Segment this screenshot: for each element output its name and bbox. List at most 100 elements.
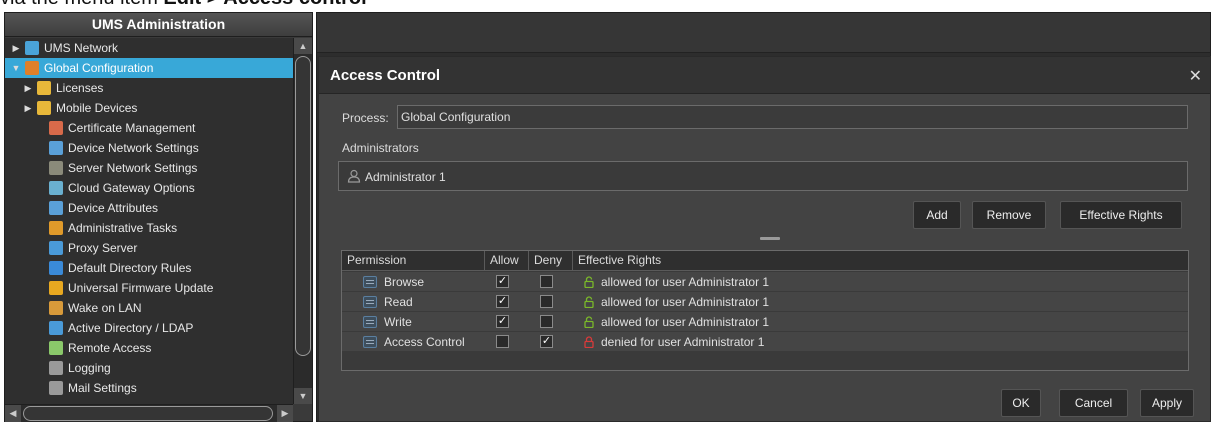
permission-icon — [363, 296, 377, 308]
table-row[interactable]: Read ✓ allowed for user Administrator 1 — [342, 292, 1188, 312]
effective-rights-text: allowed for user Administrator 1 — [601, 315, 770, 329]
table-row[interactable]: Access Control ✓ denied for user Administr… — [342, 332, 1188, 352]
tree-item-label: Wake on LAN — [68, 301, 142, 315]
tree-item[interactable]: Universal Firmware Update — [5, 278, 293, 298]
directory-rules-icon — [49, 261, 63, 275]
deny-checkbox[interactable] — [540, 295, 553, 308]
tree-item[interactable]: Server Network Settings — [5, 158, 293, 178]
deny-checkbox[interactable] — [540, 315, 553, 328]
tree-item[interactable]: Certificate Management — [5, 118, 293, 138]
ldap-icon — [49, 321, 63, 335]
tree-item-label: Active Directory / LDAP — [68, 321, 194, 335]
column-header-allow[interactable]: Allow — [485, 251, 529, 270]
caption-prefix: via the menu item — [0, 0, 163, 9]
tree-item[interactable]: Wake on LAN — [5, 298, 293, 318]
process-field: Global Configuration — [397, 105, 1188, 129]
add-button[interactable]: Add — [913, 201, 961, 229]
certificate-icon — [49, 121, 63, 135]
tree-item-label: Certificate Management — [68, 121, 196, 135]
unlocked-icon — [584, 276, 594, 288]
permission-name: Access Control — [384, 335, 465, 349]
tree-item[interactable]: Remote Access — [5, 338, 293, 358]
collapsed-arrow-icon[interactable]: ▶ — [11, 38, 21, 58]
permission-icon — [363, 276, 377, 288]
horizontal-scroll-thumb[interactable] — [23, 406, 273, 421]
tree-item-label: Proxy Server — [68, 241, 138, 255]
allow-checkbox[interactable]: ✓ — [496, 315, 509, 328]
ok-button[interactable]: OK — [1001, 389, 1041, 417]
column-header-permission[interactable]: Permission — [342, 251, 485, 270]
administrators-label: Administrators — [342, 141, 419, 155]
splitter-handle[interactable] — [760, 237, 780, 240]
remote-access-icon — [49, 341, 63, 355]
table-row[interactable]: Browse ✓ allowed for user Administrator 1 — [342, 272, 1188, 292]
permission-name: Browse — [384, 275, 425, 289]
administrator-list-item[interactable]: Administrator 1 — [347, 169, 446, 184]
tree-item-label: Logging — [68, 361, 111, 375]
tree-item[interactable]: Administrative Tasks — [5, 218, 293, 238]
administrators-list[interactable]: Administrator 1 — [338, 161, 1188, 191]
wake-on-lan-icon — [49, 301, 63, 315]
column-header-effective-rights[interactable]: Effective Rights — [573, 251, 1188, 270]
scroll-down-arrow-icon[interactable]: ▼ — [294, 388, 312, 404]
tree-item-label: Universal Firmware Update — [68, 281, 214, 295]
tree-item[interactable]: ▶ UMS Network — [5, 38, 293, 58]
allow-checkbox[interactable]: ✓ — [496, 295, 509, 308]
mail-icon — [49, 381, 63, 395]
tree-item-label: Default Directory Rules — [68, 261, 192, 275]
access-control-dialog: Access Control ✕ Process: Global Configu… — [318, 56, 1211, 422]
close-icon[interactable]: ✕ — [1189, 66, 1202, 86]
cancel-button[interactable]: Cancel — [1059, 389, 1128, 417]
panel-title: UMS Administration — [5, 13, 312, 37]
tree-item[interactable]: Logging — [5, 358, 293, 378]
tree-item[interactable]: ▶ Mobile Devices — [5, 98, 293, 118]
firmware-update-icon — [49, 281, 63, 295]
tree-item-label: Server Network Settings — [68, 161, 198, 175]
tree-item-label: Cloud Gateway Options — [68, 181, 195, 195]
network-icon — [25, 41, 39, 55]
horizontal-scrollbar[interactable]: ◀ ▶ — [5, 404, 293, 422]
scroll-right-arrow-icon[interactable]: ▶ — [277, 405, 293, 422]
tree-item[interactable]: Proxy Server — [5, 238, 293, 258]
remove-button[interactable]: Remove — [972, 201, 1046, 229]
effective-rights-text: allowed for user Administrator 1 — [601, 275, 770, 289]
allow-checkbox[interactable] — [496, 335, 509, 348]
apply-button[interactable]: Apply — [1140, 389, 1194, 417]
administrator-name: Administrator 1 — [365, 170, 446, 184]
vertical-scrollbar[interactable]: ▲ ▼ — [293, 38, 312, 404]
collapsed-arrow-icon[interactable]: ▶ — [23, 78, 33, 98]
locked-icon — [584, 336, 594, 348]
table-row[interactable]: Write ✓ allowed for user Administrator 1 — [342, 312, 1188, 332]
tree-item[interactable]: Device Attributes — [5, 198, 293, 218]
tree-item-label: UMS Network — [44, 41, 119, 55]
permission-table: Permission Allow Deny Effective Rights B… — [341, 250, 1189, 371]
collapsed-arrow-icon[interactable]: ▶ — [23, 98, 33, 118]
tree-item-label: Administrative Tasks — [68, 221, 178, 235]
caption-menu-path: Edit > Access control — [163, 0, 366, 9]
tree-item[interactable]: ▼ Global Configuration — [5, 58, 293, 78]
table-header: Permission Allow Deny Effective Rights — [342, 251, 1188, 271]
tree-item[interactable]: Default Directory Rules — [5, 258, 293, 278]
allow-checkbox[interactable]: ✓ — [496, 275, 509, 288]
cloud-gateway-icon — [49, 181, 63, 195]
deny-checkbox[interactable] — [540, 275, 553, 288]
effective-rights-text: allowed for user Administrator 1 — [601, 295, 770, 309]
scroll-up-arrow-icon[interactable]: ▲ — [294, 38, 312, 54]
device-network-icon — [49, 141, 63, 155]
process-label: Process: — [342, 111, 389, 125]
expanded-arrow-icon[interactable]: ▼ — [11, 58, 21, 78]
navigation-tree: ▶ UMS Network ▼ Global Configuration ▶ Licens… — [5, 38, 293, 404]
tree-item[interactable]: Mail Settings — [5, 378, 293, 398]
tree-item[interactable]: ▶ Licenses — [5, 78, 293, 98]
tree-item[interactable]: Cloud Gateway Options — [5, 178, 293, 198]
tree-item-label: Global Configuration — [44, 61, 154, 75]
permission-name: Write — [384, 315, 412, 329]
tree-item-label: Device Network Settings — [68, 141, 199, 155]
deny-checkbox[interactable]: ✓ — [540, 335, 553, 348]
scroll-left-arrow-icon[interactable]: ◀ — [5, 405, 21, 422]
vertical-scroll-thumb[interactable] — [295, 56, 311, 356]
effective-rights-button[interactable]: Effective Rights — [1060, 201, 1182, 229]
tree-item[interactable]: Active Directory / LDAP — [5, 318, 293, 338]
column-header-deny[interactable]: Deny — [529, 251, 573, 270]
tree-item[interactable]: Device Network Settings — [5, 138, 293, 158]
